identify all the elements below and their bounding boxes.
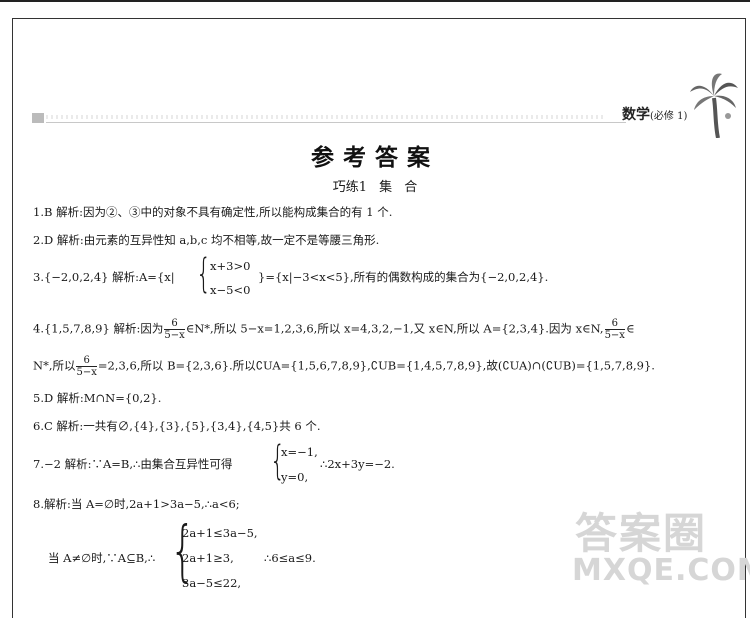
watermark-logo: 答案圈 [575, 509, 708, 558]
fraction: 6 5−x [164, 318, 185, 341]
answer-8-row1: 2a+1≤3a−5, [182, 526, 258, 540]
answer-5: 5.D 解析:M∩N={0,2}. [33, 391, 162, 405]
answer-2: 2.D 解析:由元素的互异性知 a,b,c 均不相等,故一定不是等腰三角形. [33, 233, 380, 247]
answer-4-line2: N*,所以 6 5−x =2,3,6,所以 B={2,3,6}.所以∁UA={1,5,… [33, 355, 655, 378]
answer-8-line1: 8.解析:当 A=∅时,2a+1>3a−5,∴a<6; [33, 497, 240, 511]
answer-7-start: 7.−2 解析:∵A=B,∴由集合互异性可得 [33, 457, 233, 471]
subject-label: 数学(必修 1) [622, 107, 688, 123]
answer-3-end: }={x|−3<x<5},所有的偶数构成的集合为{−2,0,2,4}. [258, 270, 549, 284]
answer-4-line1: 4.{1,5,7,8,9} 解析:因为 6 5−x ∈N*,所以 5−x=1,2,3,… [33, 318, 635, 341]
fraction: 6 5−x [76, 355, 97, 378]
answer-6: 6.C 解析:一共有∅,{4},{3},{5},{3,4},{4,5}共 6 个… [33, 419, 321, 433]
header-marker [32, 113, 44, 123]
answer-8-row2: 2a+1≥3, [182, 551, 234, 565]
page-title: 参考答案 [311, 145, 439, 171]
answer-8-row3: 3a−5≤22, [182, 576, 242, 590]
answer-3-row2: x−5<0 [210, 283, 251, 297]
palm-tree-icon [690, 73, 738, 138]
fraction: 6 5−x [604, 318, 625, 341]
answer-3-row1: x+3>0 [210, 259, 251, 273]
answer-7-row1: x=−1, [281, 445, 318, 459]
brace: { [196, 251, 212, 297]
answer-7-end: ∴2x+3y=−2. [320, 457, 395, 471]
answer-8-start: 当 A≠∅时,∵A⊆B,∴ [48, 551, 156, 565]
top-rule [0, 0, 750, 2]
answer-3-start: 3.{−2,0,2,4} 解析:A={x| [33, 270, 175, 284]
header-rule [46, 122, 626, 123]
header-dotted-rule [46, 115, 606, 119]
answer-7-row2: y=0, [281, 470, 309, 484]
watermark-url: MXQE.COM [572, 553, 750, 588]
answer-1: 1.B 解析:因为②、③中的对象不具有确定性,所以能构成集合的有 1 个. [33, 205, 393, 219]
answer-8-end: ∴6≤a≤9. [264, 551, 316, 565]
section-heading: 巧练1 集 合 [332, 180, 418, 195]
